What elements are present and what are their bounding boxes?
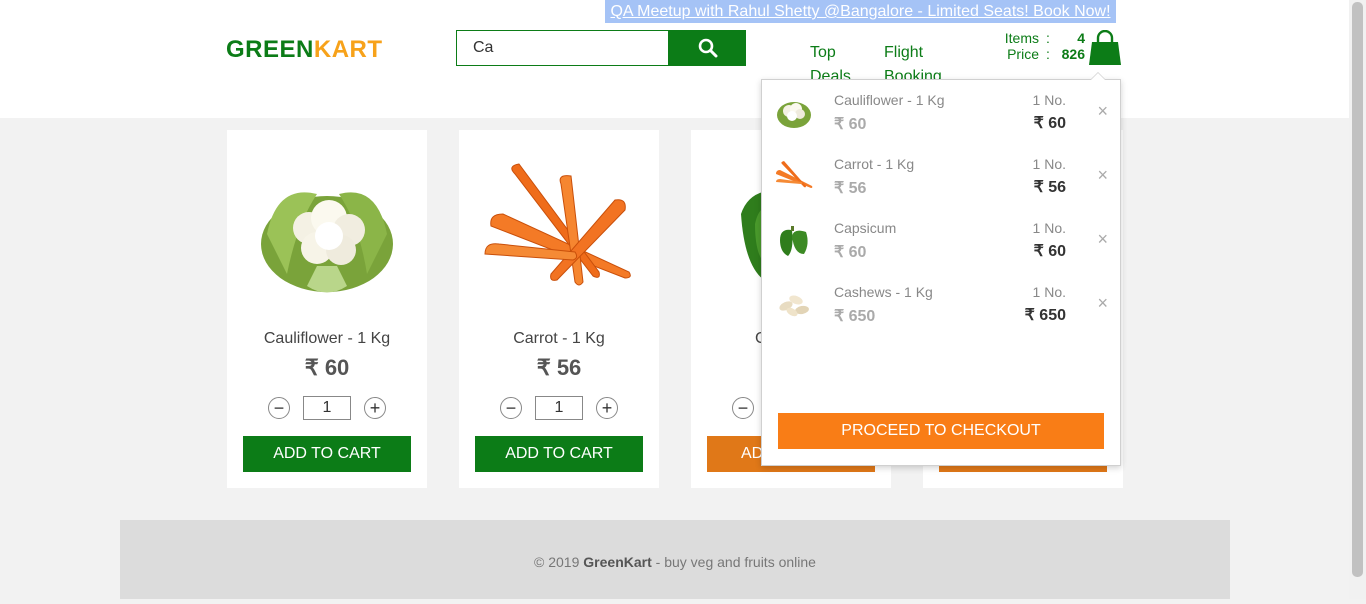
cart-summary: Items : 4 Price : 826 [985,30,1085,62]
product-price: ₹ 60 [304,355,350,380]
logo-kart-text: KART [313,36,383,63]
remove-item-icon[interactable]: × [1097,165,1108,186]
cart-item: Cashews - 1 Kg ₹ 650 1 No. ₹ 650 × [762,272,1120,336]
cart-item-name: Cauliflower - 1 Kg [834,92,945,108]
decrement-button[interactable]: − [268,397,290,419]
add-to-cart-button[interactable]: ADD TO CART [243,436,411,472]
cart-item-amount: ₹ 60 [1033,115,1066,132]
greenkart-logo[interactable]: GREENKART [226,36,383,64]
cauliflower-image [261,192,393,293]
remove-item-icon[interactable]: × [1097,229,1108,250]
capsicum-thumbnail [780,226,808,256]
increment-button[interactable]: + [596,397,618,419]
footer-brand: GreenKart [583,554,652,570]
remove-item-icon[interactable]: × [1097,101,1108,122]
product-card: Cauliflower - 1 Kg ₹ 60 − 1 + ADD TO CAR… [227,130,427,488]
product-name: Carrot - 1 Kg [513,330,605,347]
items-separator: : [1046,30,1050,46]
price-total: 826 [1061,46,1085,62]
carrot-thumbnail [776,161,813,188]
cart-item-name: Capsicum [834,220,897,236]
cart-item-price: ₹ 650 [834,308,876,325]
search-field[interactable] [456,30,669,66]
shopping-bag-icon [1089,29,1121,65]
cart-item-quantity: 1 No. [1032,156,1066,172]
cart-item: Capsicum ₹ 60 1 No. ₹ 60 × [762,208,1120,272]
cart-item-name: Carrot - 1 Kg [834,156,915,172]
cart-item-quantity: 1 No. [1032,220,1066,236]
items-label: Items [1004,30,1039,46]
search-icon [698,38,717,58]
cart-item-price: ₹ 60 [834,244,867,261]
footer-prefix: © 2019 [534,554,584,570]
product-card: Carrot - 1 Kg ₹ 56 − 1 + ADD TO CART [459,130,659,488]
cart-item-price: ₹ 56 [834,180,867,197]
items-count: 4 [1077,30,1085,46]
increment-button[interactable]: + [364,397,386,419]
search-input[interactable] [457,31,663,65]
product-name: Cauliflower - 1 Kg [263,330,391,347]
decrement-button[interactable]: − [500,397,522,419]
footer-suffix: - buy veg and fruits online [651,554,816,570]
promo-banner-link[interactable]: QA Meetup with Rahul Shetty @Bangalore -… [605,0,1116,23]
cart-item-quantity: 1 No. [1032,92,1066,108]
cart-item-amount: ₹ 650 [1024,307,1066,324]
cart-item-name: Cashews - 1 Kg [834,284,933,300]
cart-preview-popup: Cauliflower - 1 Kg ₹ 60 1 No. ₹ 60 × Car… [761,72,1121,466]
cart-item-amount: ₹ 60 [1033,243,1066,260]
decrement-button[interactable]: − [732,397,754,419]
remove-item-icon[interactable]: × [1097,293,1108,314]
cart-item: Cauliflower - 1 Kg ₹ 60 1 No. ₹ 60 × [762,80,1120,144]
cart-item-amount: ₹ 56 [1033,179,1066,196]
cart-button[interactable] [1088,29,1122,66]
add-to-cart-button[interactable]: ADD TO CART [475,436,643,472]
logo-green-text: GREEN [226,36,314,63]
search-button[interactable] [669,30,746,66]
cart-item-price: ₹ 60 [834,116,867,133]
proceed-to-checkout-button[interactable]: PROCEED TO CHECKOUT [778,413,1104,449]
cart-item: Carrot - 1 Kg ₹ 56 1 No. ₹ 56 × [762,144,1120,208]
price-separator: : [1046,46,1050,62]
cart-item-quantity: 1 No. [1032,284,1066,300]
quantity-input[interactable]: 1 [535,396,583,420]
scrollbar-thumb[interactable] [1352,2,1363,577]
page-footer: © 2019 GreenKart - buy veg and fruits on… [120,520,1230,599]
carrot-image [484,163,631,286]
page-scrollbar[interactable] [1349,0,1366,599]
price-label: Price [1007,46,1039,62]
cauliflower-thumbnail [777,102,811,128]
product-price: ₹ 56 [536,355,582,380]
cashews-thumbnail [779,295,809,317]
quantity-input[interactable]: 1 [303,396,351,420]
